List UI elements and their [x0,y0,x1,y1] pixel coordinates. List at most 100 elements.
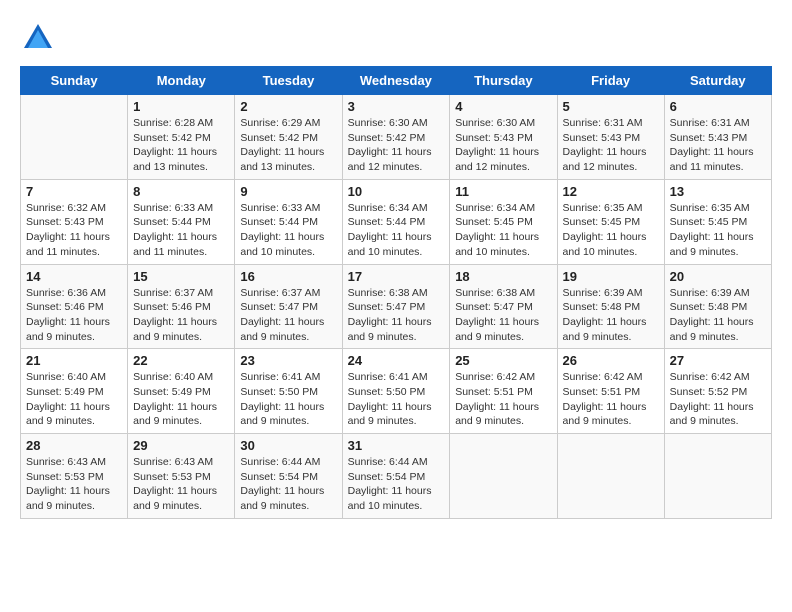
calendar-cell: 27Sunrise: 6:42 AM Sunset: 5:52 PM Dayli… [664,349,771,434]
weekday-header-monday: Monday [128,67,235,95]
day-number: 24 [348,353,445,368]
day-number: 8 [133,184,229,199]
day-number: 29 [133,438,229,453]
day-info: Sunrise: 6:34 AM Sunset: 5:44 PM Dayligh… [348,201,445,260]
calendar-cell: 12Sunrise: 6:35 AM Sunset: 5:45 PM Dayli… [557,179,664,264]
day-info: Sunrise: 6:36 AM Sunset: 5:46 PM Dayligh… [26,286,122,345]
day-number: 14 [26,269,122,284]
day-number: 6 [670,99,766,114]
weekday-header-saturday: Saturday [664,67,771,95]
calendar-cell: 1Sunrise: 6:28 AM Sunset: 5:42 PM Daylig… [128,95,235,180]
calendar-cell: 14 Sunrise: 6:36 AM Sunset: 5:46 PM Dayli… [21,264,128,349]
day-info: Sunrise: 6:40 AM Sunset: 5:49 PM Dayligh… [133,370,229,429]
day-number: 12 [563,184,659,199]
day-number: 13 [670,184,766,199]
day-info: Sunrise: 6:33 AM Sunset: 5:44 PM Dayligh… [240,201,336,260]
page-header [20,20,772,56]
calendar-cell [450,434,557,519]
calendar-cell: 13 Sunrise: 6:35 AM Sunset: 5:45 PM Dayli… [664,179,771,264]
calendar-cell: 2 Sunrise: 6:29 AM Sunset: 5:42 PM Daylig… [235,95,342,180]
day-info: Sunrise: 6:30 AM Sunset: 5:42 PM Dayligh… [348,116,445,175]
day-number: 4 [455,99,551,114]
day-number: 20 [670,269,766,284]
calendar-cell: 29Sunrise: 6:43 AM Sunset: 5:53 PM Dayli… [128,434,235,519]
day-info: Sunrise: 6:42 AM Sunset: 5:51 PM Dayligh… [455,370,551,429]
day-info: Sunrise: 6:39 AM Sunset: 5:48 PM Dayligh… [563,286,659,345]
day-number: 21 [26,353,122,368]
day-number: 2 [240,99,336,114]
calendar-cell: 20 Sunrise: 6:39 AM Sunset: 5:48 PM Dayli… [664,264,771,349]
calendar-cell: 4 Sunrise: 6:30 AM Sunset: 5:43 PM Daylig… [450,95,557,180]
day-number: 25 [455,353,551,368]
day-info: Sunrise: 6:32 AM Sunset: 5:43 PM Dayligh… [26,201,122,260]
day-number: 27 [670,353,766,368]
week-row-1: 1Sunrise: 6:28 AM Sunset: 5:42 PM Daylig… [21,95,772,180]
logo [20,20,62,56]
day-info: Sunrise: 6:41 AM Sunset: 5:50 PM Dayligh… [240,370,336,429]
calendar-cell: 30 Sunrise: 6:44 AM Sunset: 5:54 PM Dayli… [235,434,342,519]
calendar-table: SundayMondayTuesdayWednesdayThursdayFrid… [20,66,772,519]
day-info: Sunrise: 6:40 AM Sunset: 5:49 PM Dayligh… [26,370,122,429]
day-number: 15 [133,269,229,284]
calendar-cell: 21 Sunrise: 6:40 AM Sunset: 5:49 PM Dayli… [21,349,128,434]
day-info: Sunrise: 6:30 AM Sunset: 5:43 PM Dayligh… [455,116,551,175]
day-info: Sunrise: 6:33 AM Sunset: 5:44 PM Dayligh… [133,201,229,260]
calendar-cell: 28 Sunrise: 6:43 AM Sunset: 5:53 PM Dayli… [21,434,128,519]
weekday-header-tuesday: Tuesday [235,67,342,95]
day-number: 23 [240,353,336,368]
day-number: 31 [348,438,445,453]
day-number: 3 [348,99,445,114]
day-number: 22 [133,353,229,368]
day-info: Sunrise: 6:41 AM Sunset: 5:50 PM Dayligh… [348,370,445,429]
day-number: 28 [26,438,122,453]
calendar-cell: 24 Sunrise: 6:41 AM Sunset: 5:50 PM Dayli… [342,349,450,434]
day-info: Sunrise: 6:38 AM Sunset: 5:47 PM Dayligh… [348,286,445,345]
day-info: Sunrise: 6:28 AM Sunset: 5:42 PM Dayligh… [133,116,229,175]
day-info: Sunrise: 6:44 AM Sunset: 5:54 PM Dayligh… [240,455,336,514]
calendar-cell: 16 Sunrise: 6:37 AM Sunset: 5:47 PM Dayli… [235,264,342,349]
weekday-header-sunday: Sunday [21,67,128,95]
week-row-5: 28 Sunrise: 6:43 AM Sunset: 5:53 PM Dayli… [21,434,772,519]
calendar-cell: 10 Sunrise: 6:34 AM Sunset: 5:44 PM Dayli… [342,179,450,264]
calendar-cell: 18 Sunrise: 6:38 AM Sunset: 5:47 PM Dayli… [450,264,557,349]
day-number: 30 [240,438,336,453]
calendar-cell: 31 Sunrise: 6:44 AM Sunset: 5:54 PM Dayli… [342,434,450,519]
day-info: Sunrise: 6:34 AM Sunset: 5:45 PM Dayligh… [455,201,551,260]
day-number: 19 [563,269,659,284]
week-row-2: 7 Sunrise: 6:32 AM Sunset: 5:43 PM Daylig… [21,179,772,264]
calendar-cell [664,434,771,519]
day-info: Sunrise: 6:38 AM Sunset: 5:47 PM Dayligh… [455,286,551,345]
calendar-cell: 5 Sunrise: 6:31 AM Sunset: 5:43 PM Daylig… [557,95,664,180]
calendar-cell: 9Sunrise: 6:33 AM Sunset: 5:44 PM Daylig… [235,179,342,264]
day-number: 18 [455,269,551,284]
day-info: Sunrise: 6:29 AM Sunset: 5:42 PM Dayligh… [240,116,336,175]
calendar-cell: 3 Sunrise: 6:30 AM Sunset: 5:42 PM Daylig… [342,95,450,180]
day-number: 10 [348,184,445,199]
day-info: Sunrise: 6:42 AM Sunset: 5:51 PM Dayligh… [563,370,659,429]
day-info: Sunrise: 6:37 AM Sunset: 5:47 PM Dayligh… [240,286,336,345]
day-number: 7 [26,184,122,199]
calendar-cell: 26 Sunrise: 6:42 AM Sunset: 5:51 PM Dayli… [557,349,664,434]
day-info: Sunrise: 6:35 AM Sunset: 5:45 PM Dayligh… [670,201,766,260]
calendar-cell: 17Sunrise: 6:38 AM Sunset: 5:47 PM Dayli… [342,264,450,349]
calendar-cell: 22 Sunrise: 6:40 AM Sunset: 5:49 PM Dayli… [128,349,235,434]
calendar-cell [557,434,664,519]
calendar-cell: 19 Sunrise: 6:39 AM Sunset: 5:48 PM Dayli… [557,264,664,349]
calendar-cell: 23 Sunrise: 6:41 AM Sunset: 5:50 PM Dayli… [235,349,342,434]
day-number: 26 [563,353,659,368]
logo-icon [20,20,56,56]
day-info: Sunrise: 6:37 AM Sunset: 5:46 PM Dayligh… [133,286,229,345]
weekday-header-thursday: Thursday [450,67,557,95]
day-info: Sunrise: 6:43 AM Sunset: 5:53 PM Dayligh… [26,455,122,514]
day-info: Sunrise: 6:31 AM Sunset: 5:43 PM Dayligh… [563,116,659,175]
day-number: 5 [563,99,659,114]
calendar-cell: 8 Sunrise: 6:33 AM Sunset: 5:44 PM Daylig… [128,179,235,264]
calendar-cell: 7 Sunrise: 6:32 AM Sunset: 5:43 PM Daylig… [21,179,128,264]
weekday-header-friday: Friday [557,67,664,95]
week-row-4: 21 Sunrise: 6:40 AM Sunset: 5:49 PM Dayli… [21,349,772,434]
day-number: 11 [455,184,551,199]
calendar-cell: 6Sunrise: 6:31 AM Sunset: 5:43 PM Daylig… [664,95,771,180]
day-number: 16 [240,269,336,284]
day-info: Sunrise: 6:44 AM Sunset: 5:54 PM Dayligh… [348,455,445,514]
day-info: Sunrise: 6:39 AM Sunset: 5:48 PM Dayligh… [670,286,766,345]
